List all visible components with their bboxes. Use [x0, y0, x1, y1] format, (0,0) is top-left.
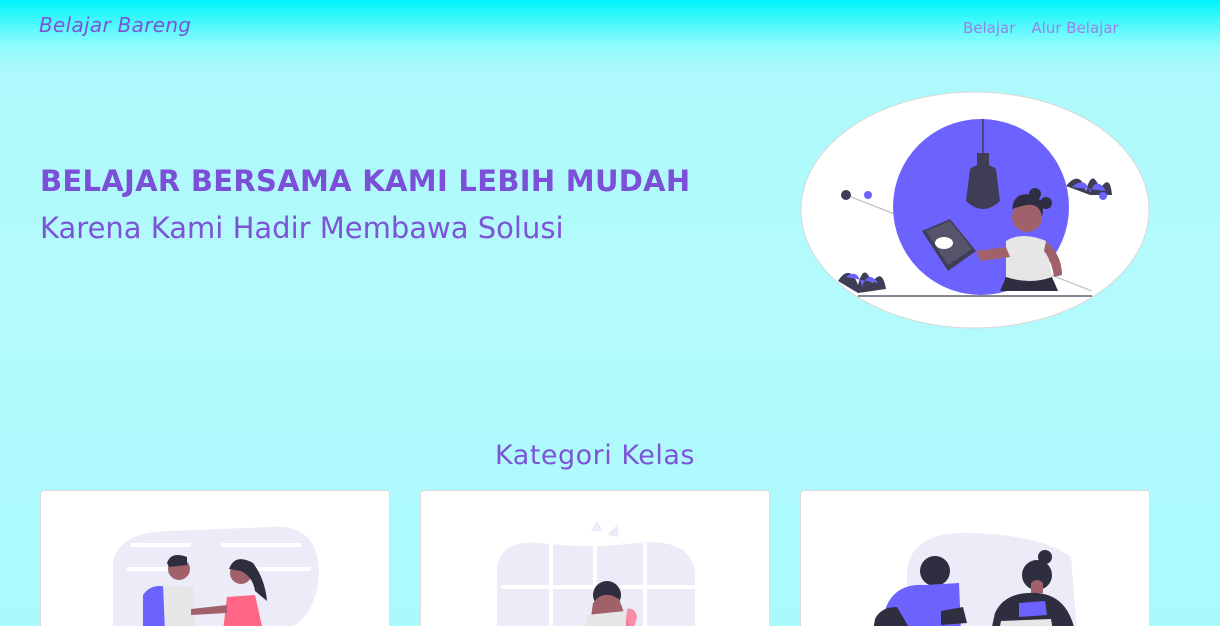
hero-title: BELAJAR BERSAMA KAMI LEBIH MUDAH	[40, 164, 691, 198]
nav-links: Belajar Alur Belajar	[963, 19, 1119, 37]
category-card-1[interactable]	[40, 490, 390, 626]
category-card-2[interactable]	[420, 490, 770, 626]
hero-subtitle: Karena Kami Hadir Membawa Solusi	[40, 211, 564, 245]
hero-illustration	[800, 91, 1150, 329]
brand-logo[interactable]: Belajar Bareng	[39, 13, 191, 37]
student-studying-window-illustration	[497, 521, 695, 626]
navbar: Belajar Bareng Belajar Alur Belajar	[0, 0, 1220, 56]
students-reading-illustration	[873, 532, 1077, 626]
students-meeting-illustration	[113, 526, 319, 626]
category-card-3[interactable]	[800, 490, 1150, 626]
nav-link-alur-belajar[interactable]: Alur Belajar	[1031, 19, 1118, 37]
nav-link-belajar[interactable]: Belajar	[963, 19, 1015, 37]
category-heading: Kategori Kelas	[495, 440, 695, 471]
woman-reading-book-illustration	[800, 91, 1150, 329]
